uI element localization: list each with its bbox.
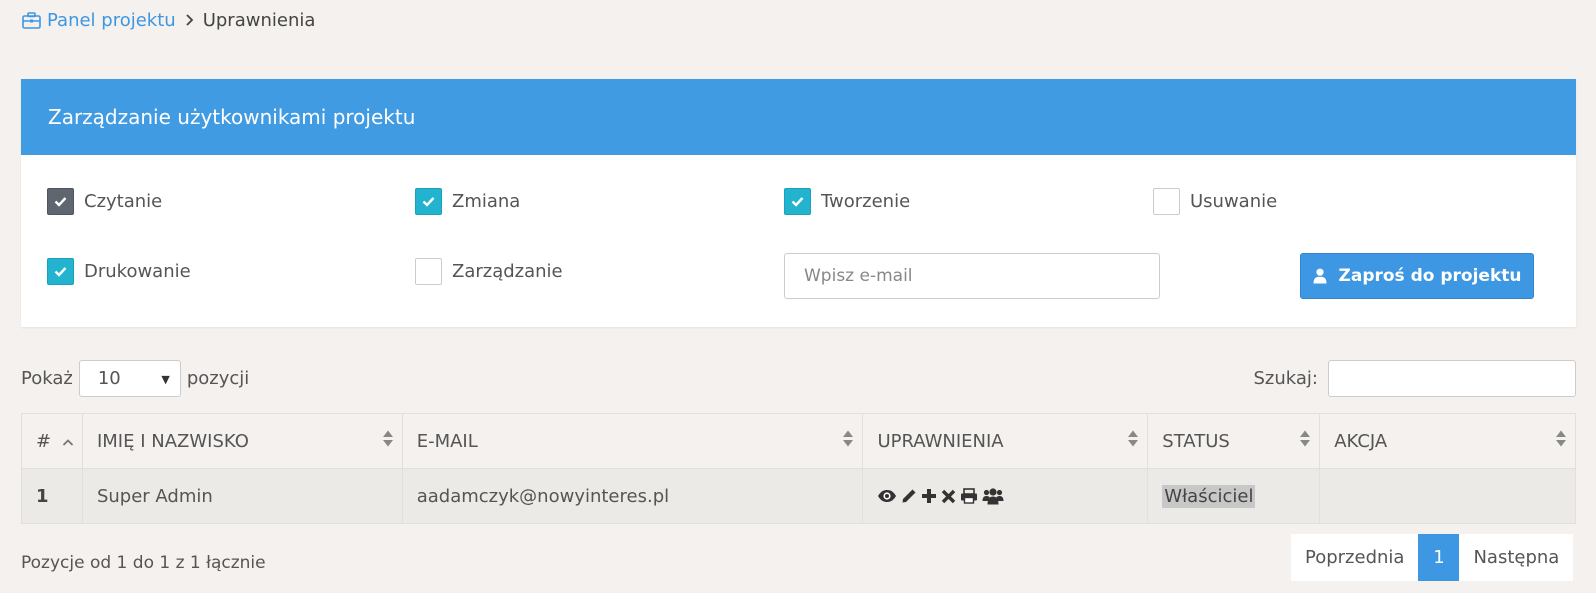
column-header-name[interactable]: Imię i nazwisko: [81, 413, 403, 469]
column-header-action[interactable]: Akcja: [1319, 413, 1576, 469]
table-search: Szukaj:: [1253, 360, 1576, 397]
cell-number: 1: [21, 468, 83, 524]
cell-permissions: [862, 468, 1149, 524]
users-table: # Imię i nazwisko E-mail Uprawnienia: [21, 413, 1576, 524]
checkbox-edit-label: Zmiana: [452, 191, 521, 212]
panel-title: Zarządzanie użytkownikami projektu: [48, 105, 416, 129]
briefcase-icon: [22, 11, 41, 29]
column-header-permissions[interactable]: Uprawnienia: [862, 413, 1149, 469]
page-length-value: 10: [97, 368, 121, 389]
pencil-icon: [902, 489, 916, 503]
breadcrumb-current: Uprawnienia: [202, 9, 316, 31]
show-label: Pokaż: [21, 368, 73, 389]
check-icon: [47, 258, 74, 285]
sort-icon: [1127, 430, 1139, 453]
check-icon: [47, 188, 74, 215]
checkbox-create-label: Tworzenie: [821, 191, 911, 212]
checkbox-manage-label: Zarządzanie: [452, 261, 563, 282]
sort-icon: [842, 430, 854, 453]
eye-icon: [878, 490, 897, 502]
checkbox-print[interactable]: Drukowanie: [47, 258, 191, 285]
breadcrumb-link-project-panel[interactable]: Panel projektu: [22, 10, 176, 31]
column-header-email[interactable]: E-mail: [401, 413, 864, 469]
table-header-row: # Imię i nazwisko E-mail Uprawnienia: [21, 413, 1576, 469]
previous-page-button[interactable]: Poprzednia: [1291, 534, 1418, 581]
checkbox-create[interactable]: Tworzenie: [784, 188, 910, 215]
page-length-select[interactable]: 10 ▼: [78, 360, 181, 397]
times-icon: [942, 489, 956, 503]
checkbox-manage[interactable]: Zarządzanie: [415, 258, 563, 285]
cell-email: aadamczyk@nowyinteres.pl: [401, 468, 864, 524]
checkbox-read-label: Czytanie: [84, 191, 163, 212]
project-users-panel: Zarządzanie użytkownikami projektu Czyta…: [21, 79, 1576, 327]
sort-icon: [1555, 430, 1567, 453]
users-icon: [982, 487, 1004, 504]
items-label: pozycji: [186, 368, 250, 389]
checkbox-empty: [415, 258, 442, 285]
user-icon: [1313, 268, 1327, 284]
status-badge: Właściciel: [1162, 484, 1256, 508]
search-label: Szukaj:: [1253, 368, 1319, 389]
table-info: Pozycje od 1 do 1 z 1 łącznie: [21, 553, 266, 573]
checkbox-edit[interactable]: Zmiana: [415, 188, 520, 215]
check-icon: [415, 188, 442, 215]
checkbox-empty: [1153, 188, 1180, 215]
sort-asc-icon: [62, 431, 74, 452]
panel-header: Zarządzanie użytkownikami projektu: [21, 79, 1576, 155]
column-header-status[interactable]: Status: [1147, 413, 1321, 469]
table-row: 1 Super Admin aadamczyk@nowyinteres.pl W…: [21, 468, 1576, 524]
cell-name: Super Admin: [81, 468, 403, 524]
email-input[interactable]: [784, 253, 1160, 299]
column-header-number[interactable]: #: [21, 413, 83, 469]
checkbox-delete-label: Usuwanie: [1190, 191, 1278, 212]
checkbox-print-label: Drukowanie: [84, 261, 191, 282]
chevron-right-icon: [185, 13, 194, 27]
pagination: Poprzednia 1 Następna: [1291, 534, 1574, 581]
cell-action: [1319, 468, 1576, 524]
cell-status: Właściciel: [1147, 468, 1321, 524]
checkbox-delete[interactable]: Usuwanie: [1153, 188, 1277, 215]
check-icon: [784, 188, 811, 215]
invite-to-project-button[interactable]: Zaproś do projektu: [1300, 253, 1534, 299]
search-input[interactable]: [1328, 360, 1576, 397]
checkbox-read[interactable]: Czytanie: [47, 188, 162, 215]
next-page-button[interactable]: Następna: [1459, 534, 1573, 581]
page-length-control: Pokaż 10 ▼ pozycji: [21, 360, 249, 397]
page-1-button[interactable]: 1: [1418, 534, 1460, 581]
breadcrumb: Panel projektu Uprawnienia: [22, 8, 315, 32]
breadcrumb-parent-label: Panel projektu: [47, 9, 176, 31]
sort-icon: [382, 430, 394, 453]
print-icon: [961, 488, 978, 504]
plus-icon: [922, 489, 937, 503]
caret-down-icon: ▼: [161, 373, 170, 386]
sort-icon: [1299, 430, 1311, 453]
invite-button-label: Zaproś do projektu: [1338, 266, 1522, 286]
